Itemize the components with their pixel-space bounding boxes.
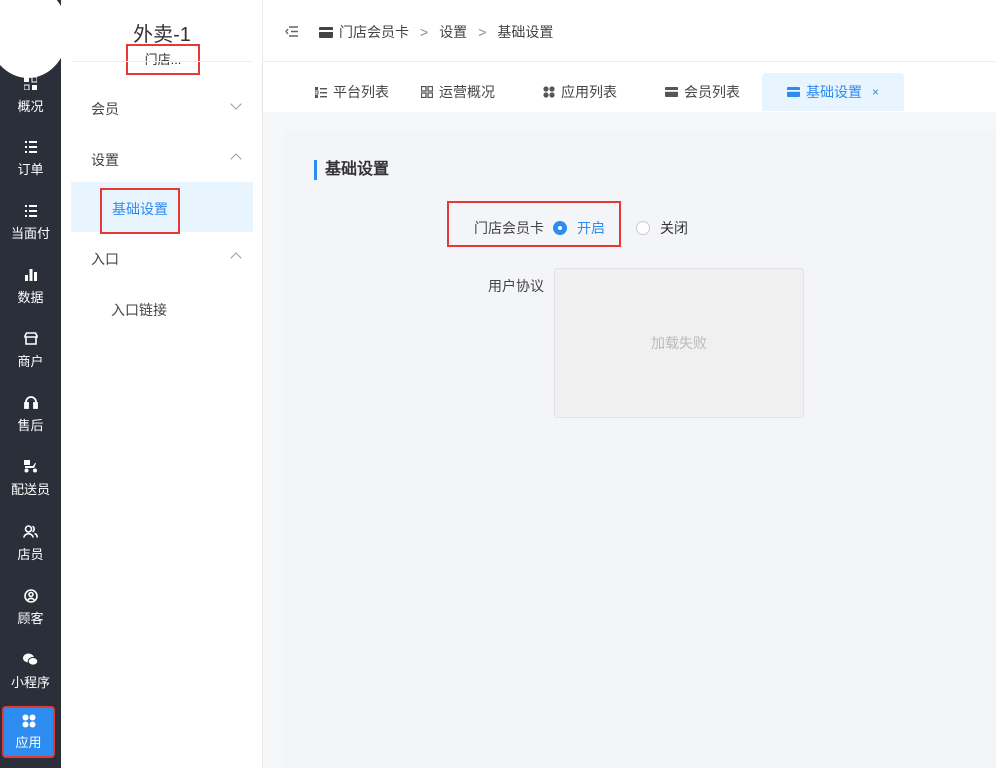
breadcrumb-item[interactable]: 门店会员卡 xyxy=(339,22,409,42)
rail-label: 顾客 xyxy=(17,610,44,626)
radio-dot xyxy=(553,221,567,235)
section-title: 基础设置 xyxy=(314,160,389,180)
tab-label: 平台列表 xyxy=(333,84,389,100)
tab-operations-overview[interactable]: 运营概况 xyxy=(421,73,495,111)
rail-label: 配送员 xyxy=(10,481,50,497)
rail-label: 当面付 xyxy=(10,225,50,241)
menu-collapse-icon[interactable] xyxy=(285,24,298,42)
menu-group-entry[interactable]: 入口 xyxy=(91,249,119,269)
dashboard-icon xyxy=(23,76,39,92)
dashboard-icon xyxy=(421,86,433,98)
tab-bar: 平台列表 运营概况 应用列表 会员列表 基础设置 × xyxy=(263,62,996,112)
rail-item-customer[interactable]: 顾客 xyxy=(0,579,61,635)
breadcrumb-separator: > xyxy=(478,24,487,40)
tab-label: 会员列表 xyxy=(684,84,740,100)
menu-group-member[interactable]: 会员 xyxy=(91,99,119,119)
radio-label: 开启 xyxy=(577,220,605,236)
top-bar: 门店会员卡 > 设置 > 基础设置 xyxy=(263,0,996,62)
rail-label: 订单 xyxy=(17,161,44,177)
secondary-menu: 外卖-1 门店... 会员 设置 基础设置 入口 入口链接 xyxy=(61,0,263,768)
agreement-image[interactable]: 加载失败 xyxy=(554,268,804,418)
rail-item-merchant[interactable]: 商户 xyxy=(0,322,61,378)
settings-card: 基础设置 门店会员卡 开启 关闭 用户协议 加载失败 xyxy=(283,130,996,768)
tab-basic-settings[interactable]: 基础设置 × xyxy=(762,73,905,111)
list-icon xyxy=(315,86,327,98)
breadcrumb-item: 基础设置 xyxy=(497,24,554,40)
list-icon xyxy=(23,139,39,155)
card-icon xyxy=(787,87,800,97)
rail-label: 应用 xyxy=(15,735,42,750)
radio-label: 关闭 xyxy=(660,220,688,236)
main-content: 基础设置 门店会员卡 开启 关闭 用户协议 加载失败 xyxy=(263,112,996,768)
breadcrumb-separator: > xyxy=(420,24,429,40)
card-icon xyxy=(319,26,333,38)
tab-app-list[interactable]: 应用列表 xyxy=(543,73,617,111)
list-icon xyxy=(23,203,39,219)
rail-label: 商户 xyxy=(17,353,44,369)
users-icon xyxy=(23,524,39,540)
bar-chart-icon xyxy=(23,267,39,283)
wechat-icon xyxy=(23,652,39,668)
rail-label: 售后 xyxy=(17,417,44,433)
apps-icon xyxy=(21,713,37,729)
rail-item-miniapp[interactable]: 小程序 xyxy=(0,643,61,699)
chevron-up-icon xyxy=(230,252,242,264)
divider xyxy=(73,61,253,62)
radio-enable[interactable]: 开启 xyxy=(553,218,605,238)
user-circle-icon xyxy=(23,588,39,604)
rail-item-facepay[interactable]: 当面付 xyxy=(0,194,61,250)
rail-label: 店员 xyxy=(17,546,44,562)
icon-rail: 概况 订单 当面付 数据 商户 售后 配送员 店员 顾客 小程序 应用 xyxy=(0,0,68,768)
shop-icon xyxy=(23,331,39,347)
menu-item-entry-link[interactable]: 入口链接 xyxy=(111,300,167,320)
chevron-up-icon xyxy=(230,153,242,165)
rail-label: 小程序 xyxy=(10,674,50,690)
store-name: 外卖-1 xyxy=(133,24,191,46)
tab-platform-list[interactable]: 平台列表 xyxy=(315,73,389,111)
menu-item-basic-settings[interactable]: 基础设置 xyxy=(100,188,180,234)
rail-item-courier[interactable]: 配送员 xyxy=(0,450,61,506)
breadcrumb-item[interactable]: 设置 xyxy=(439,22,467,42)
rail-label: 数据 xyxy=(17,289,44,305)
close-icon[interactable]: × xyxy=(872,85,879,99)
chevron-down-icon xyxy=(230,98,242,110)
headset-icon xyxy=(23,395,39,411)
tab-label: 运营概况 xyxy=(439,84,495,100)
image-load-failed: 加载失败 xyxy=(651,335,707,351)
card-icon xyxy=(665,87,678,97)
rail-item-apps[interactable]: 应用 xyxy=(2,706,55,758)
tab-label: 基础设置 xyxy=(806,84,862,100)
rail-item-data[interactable]: 数据 xyxy=(0,258,61,314)
rail-item-aftersales[interactable]: 售后 xyxy=(0,386,61,442)
rail-label: 概况 xyxy=(17,98,44,114)
radio-dot xyxy=(636,221,650,235)
menu-group-settings[interactable]: 设置 xyxy=(91,150,119,170)
store-switcher[interactable]: 门店... xyxy=(126,44,200,75)
breadcrumb: 门店会员卡 > 设置 > 基础设置 xyxy=(319,22,553,42)
rail-item-staff[interactable]: 店员 xyxy=(0,515,61,571)
tab-label: 应用列表 xyxy=(561,84,617,100)
member-card-label: 门店会员卡 xyxy=(474,220,544,236)
radio-disable[interactable]: 关闭 xyxy=(636,218,688,238)
agreement-label: 用户协议 xyxy=(488,278,544,294)
rail-item-orders[interactable]: 订单 xyxy=(0,130,61,186)
rail-item-overview[interactable]: 概况 xyxy=(0,67,61,123)
tab-member-list[interactable]: 会员列表 xyxy=(665,73,740,111)
apps-icon xyxy=(543,86,555,98)
scooter-icon xyxy=(23,459,39,475)
